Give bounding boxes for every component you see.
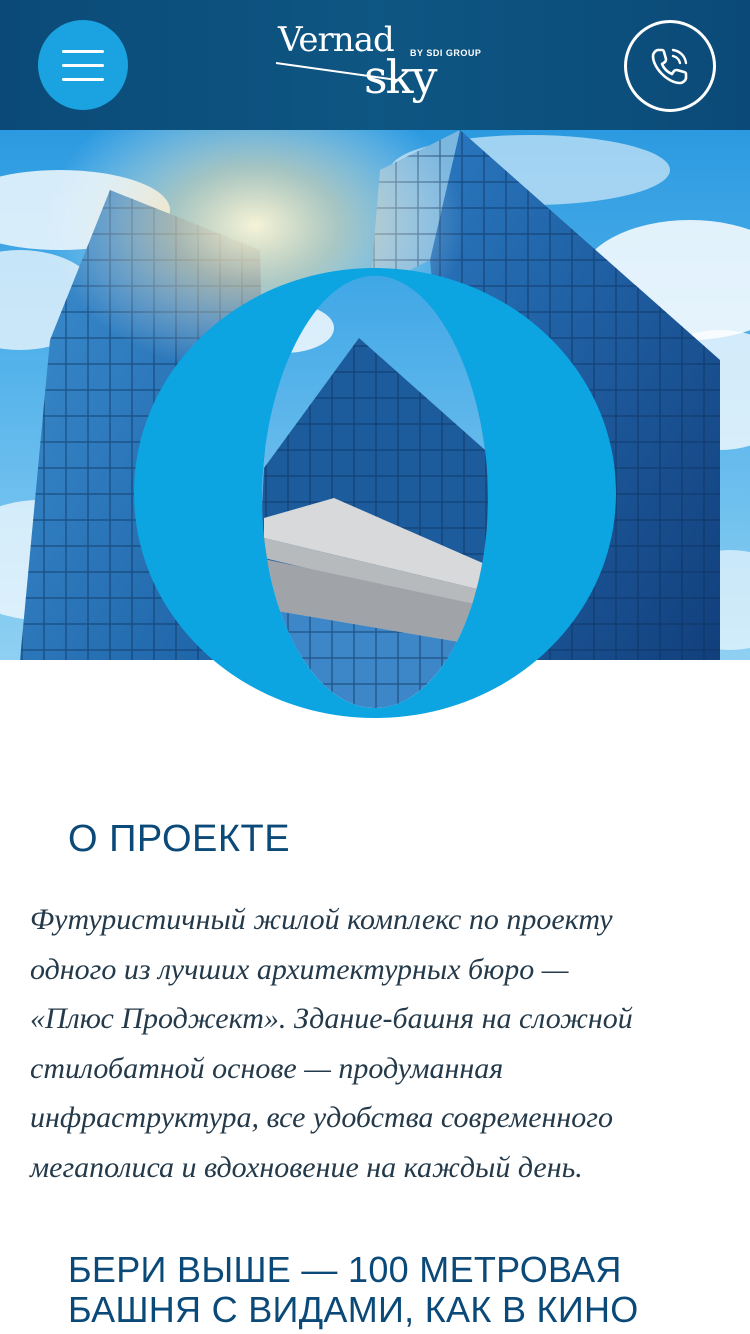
- phone-call-icon: [651, 48, 688, 85]
- phone-button[interactable]: [624, 20, 716, 112]
- hamburger-menu-icon-bar: [62, 78, 104, 81]
- description-line: стилобатной основе — продуманная: [30, 1051, 504, 1085]
- logo[interactable]: Vernad BY SDI GROUP sky: [275, 18, 481, 110]
- site-header: Vernad BY SDI GROUP sky: [0, 0, 750, 130]
- description-line: одного из лучших архитектурных бюро —: [30, 952, 569, 986]
- hamburger-menu-icon-bar: [62, 64, 104, 67]
- project-description: Футуристичный жилой комплекс по проекту …: [30, 895, 710, 1192]
- description-line: инфраструктура, все удобства современног…: [30, 1101, 614, 1134]
- logo-text-bottom: sky: [364, 50, 437, 104]
- hamburger-menu-icon: [62, 50, 104, 53]
- description-line: Футуристичный жилой комплекс по проекту: [30, 903, 613, 936]
- page-title: О ПРОЕКТЕ: [68, 818, 291, 860]
- subtitle-line: БАШНЯ С ВИДАМИ, КАК В КИНО: [68, 1289, 639, 1330]
- description-line: мегаполиса и вдохновение на каждый день.: [30, 1150, 583, 1184]
- description-line: «Плюс Проджект». Здание-башня на сложной: [30, 1002, 633, 1035]
- menu-button[interactable]: [38, 20, 128, 110]
- letter-o-overlay: [134, 268, 616, 718]
- subtitle-line: БЕРИ ВЫШЕ — 100 МЕТРОВАЯ: [68, 1249, 622, 1290]
- section-subtitle: БЕРИ ВЫШЕ — 100 МЕТРОВАЯ БАШНЯ С ВИДАМИ,…: [68, 1250, 748, 1330]
